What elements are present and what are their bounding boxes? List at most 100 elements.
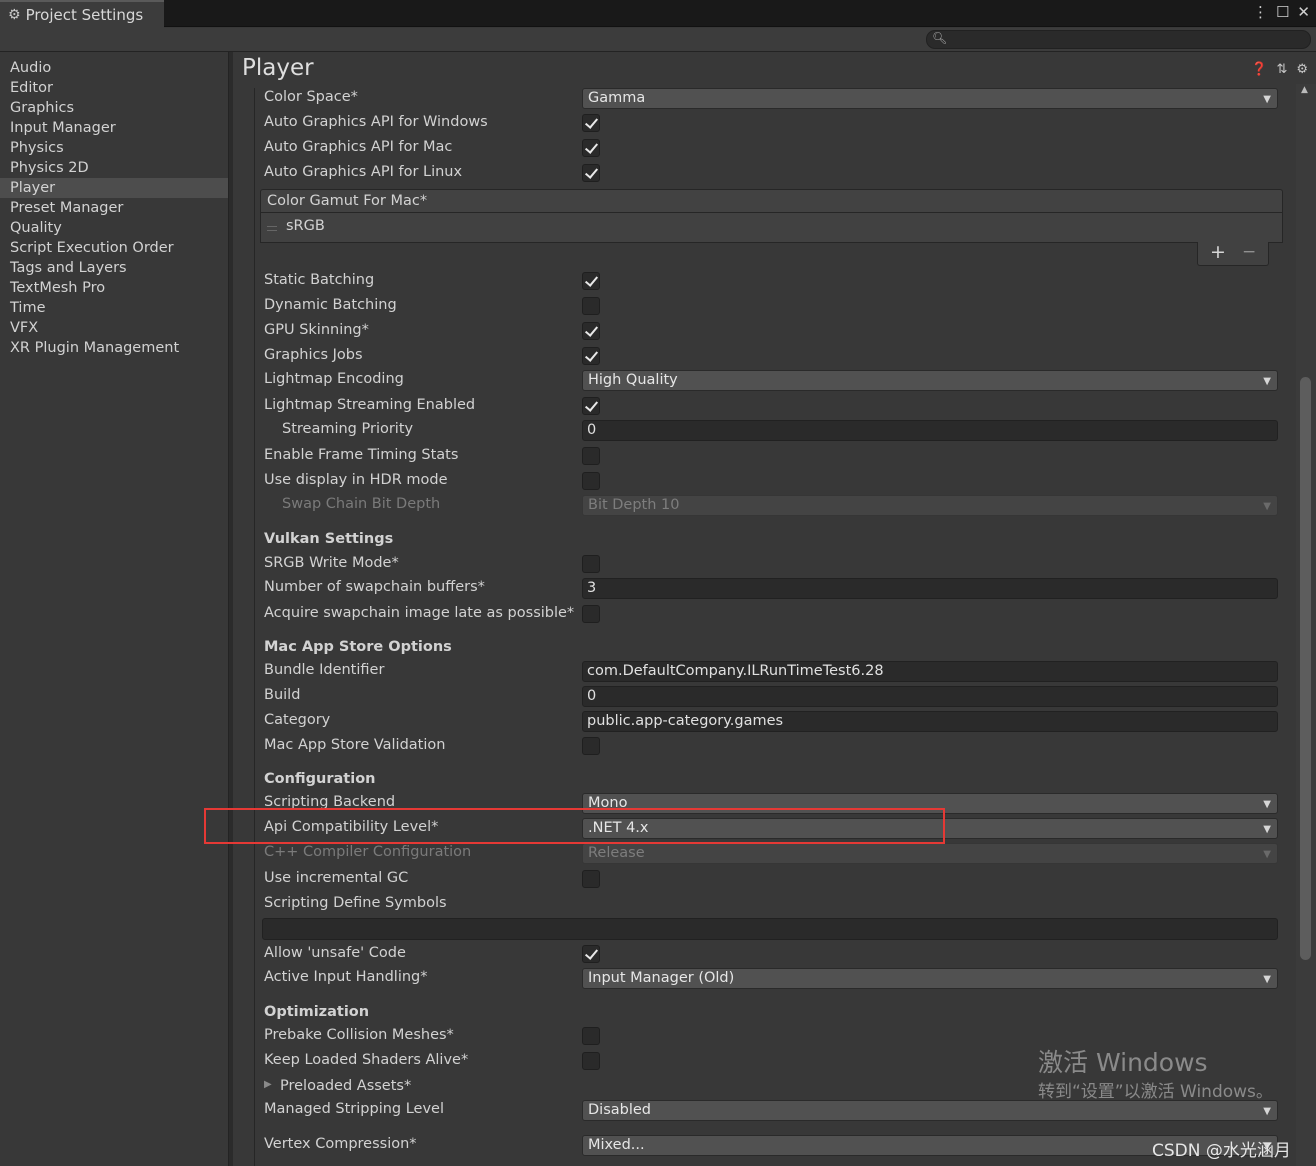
header-icons: ❓ ⇅ ⚙ (1251, 62, 1308, 77)
dynamic-batching-label: Dynamic Batching (264, 297, 397, 313)
close-icon[interactable]: ✕ (1297, 3, 1310, 21)
auto-api-mac-checkbox[interactable] (582, 139, 600, 157)
sidebar-item-physics[interactable]: Physics (0, 138, 228, 158)
search-field[interactable]: 🔍︎ (926, 30, 1311, 49)
bundle-id-field[interactable]: com.DefaultCompany.ILRunTimeTest6.28 (582, 661, 1278, 682)
drag-handle-icon[interactable] (267, 226, 277, 231)
category-field[interactable]: public.app-category.games (582, 711, 1278, 732)
page-title: Player (242, 55, 314, 81)
help-icon[interactable]: ❓ (1251, 62, 1267, 77)
add-item-button[interactable]: + (1210, 241, 1226, 263)
frame-timing-label: Enable Frame Timing Stats (264, 447, 459, 463)
csdn-credit: CSDN @水光涵月 (1152, 1141, 1291, 1161)
acquire-late-checkbox[interactable] (582, 605, 600, 623)
more-options-icon[interactable]: ⋮ (1253, 3, 1268, 21)
sidebar-item-vfx[interactable]: VFX (0, 318, 228, 338)
sidebar-item-player[interactable]: Player (0, 178, 228, 198)
foldout-arrow-icon[interactable]: ▶ (264, 1079, 272, 1090)
sidebar-item-textmesh-pro[interactable]: TextMesh Pro (0, 278, 228, 298)
activate-windows-subtitle: 转到“设置”以激活 Windows。 (1038, 1082, 1273, 1102)
mac-validation-checkbox[interactable] (582, 737, 600, 755)
sidebar-item-tags-and-layers[interactable]: Tags and Layers (0, 258, 228, 278)
input-handling-row: Active Input Handling* Input Manager (Ol… (264, 968, 1278, 990)
scroll-up-icon[interactable]: ▲ (1301, 85, 1308, 95)
auto-api-mac-row: Auto Graphics API for Mac (264, 138, 1278, 160)
lightmap-encoding-dropdown[interactable]: High Quality ▼ (582, 370, 1278, 391)
graphics-jobs-checkbox[interactable] (582, 347, 600, 365)
srgb-write-checkbox[interactable] (582, 555, 600, 573)
static-batching-label: Static Batching (264, 272, 375, 288)
scroll-thumb[interactable] (1300, 377, 1311, 960)
prebake-label: Prebake Collision Meshes* (264, 1027, 454, 1043)
swap-chain-depth-row: Swap Chain Bit Depth Bit Depth 10 ▼ (264, 495, 1278, 517)
vertical-scrollbar[interactable]: ▲ (1296, 84, 1316, 1166)
frame-timing-checkbox[interactable] (582, 447, 600, 465)
color-space-dropdown[interactable]: Gamma ▼ (582, 88, 1278, 109)
build-label: Build (264, 687, 301, 703)
remove-item-button[interactable]: − (1242, 242, 1256, 262)
auto-api-linux-checkbox[interactable] (582, 164, 600, 182)
incremental-gc-checkbox[interactable] (582, 870, 600, 888)
streaming-priority-field[interactable]: 0 (582, 420, 1278, 441)
color-gamut-list-footer: + − (1197, 241, 1269, 266)
input-handling-dropdown[interactable]: Input Manager (Old) ▼ (582, 968, 1278, 989)
mac-validation-label: Mac App Store Validation (264, 737, 446, 753)
search-input[interactable] (947, 32, 1302, 47)
sidebar-item-physics-2d[interactable]: Physics 2D (0, 158, 228, 178)
hdr-display-checkbox[interactable] (582, 472, 600, 490)
gpu-skinning-label: GPU Skinning* (264, 322, 369, 338)
api-level-dropdown[interactable]: .NET 4.x ▼ (582, 818, 1278, 839)
tab-project-settings[interactable]: ⚙ Project Settings (0, 0, 164, 28)
sidebar-item-preset-manager[interactable]: Preset Manager (0, 198, 228, 218)
scripting-backend-label: Scripting Backend (264, 794, 396, 810)
sidebar-item-editor[interactable]: Editor (0, 78, 228, 98)
color-gamut-list-header[interactable]: Color Gamut For Mac* (260, 189, 1283, 213)
sidebar-item-input-manager[interactable]: Input Manager (0, 118, 228, 138)
unsafe-code-checkbox[interactable] (582, 945, 600, 963)
vertex-compression-label: Vertex Compression* (264, 1136, 417, 1152)
swapchain-buffers-label: Number of swapchain buffers* (264, 579, 485, 595)
dynamic-batching-checkbox[interactable] (582, 297, 600, 315)
dropdown-arrow-icon: ▼ (1263, 974, 1271, 985)
auto-api-windows-checkbox[interactable] (582, 114, 600, 132)
vertex-compression-row: Vertex Compression* Mixed... ▼ (264, 1135, 1278, 1157)
scripting-backend-dropdown[interactable]: Mono ▼ (582, 793, 1278, 814)
api-level-row: Api Compatibility Level* .NET 4.x ▼ (264, 818, 1278, 840)
sidebar-item-script-execution-order[interactable]: Script Execution Order (0, 238, 228, 258)
gpu-skinning-checkbox[interactable] (582, 322, 600, 340)
sidebar-item-graphics[interactable]: Graphics (0, 98, 228, 118)
sidebar-item-quality[interactable]: Quality (0, 218, 228, 238)
srgb-write-row: SRGB Write Mode* (264, 554, 1278, 576)
sidebar-item-audio[interactable]: Audio (0, 58, 228, 78)
dropdown-arrow-icon: ▼ (1263, 799, 1271, 810)
preloaded-assets-label[interactable]: Preloaded Assets* (280, 1078, 411, 1094)
swapchain-buffers-field[interactable]: 3 (582, 578, 1278, 599)
dropdown-arrow-icon: ▼ (1263, 1106, 1271, 1117)
static-batching-checkbox[interactable] (582, 272, 600, 290)
auto-api-mac-label: Auto Graphics API for Mac (264, 139, 453, 155)
sidebar-item-xr-plugin-management[interactable]: XR Plugin Management (0, 338, 228, 358)
cpp-config-value: Release (588, 845, 645, 861)
build-field[interactable]: 0 (582, 686, 1278, 707)
auto-api-linux-row: Auto Graphics API for Linux (264, 163, 1278, 185)
keep-shaders-checkbox[interactable] (582, 1052, 600, 1070)
preset-icon[interactable]: ⇅ (1276, 62, 1287, 77)
prebake-checkbox[interactable] (582, 1027, 600, 1045)
maximize-icon[interactable]: ☐ (1276, 3, 1289, 21)
define-symbols-label: Scripting Define Symbols (264, 895, 447, 911)
acquire-late-label: Acquire swapchain image late as possible… (264, 605, 575, 621)
define-symbols-field[interactable] (262, 918, 1278, 940)
vertex-compression-value: Mixed... (588, 1137, 645, 1153)
sidebar-item-time[interactable]: Time (0, 298, 228, 318)
graphics-jobs-label: Graphics Jobs (264, 347, 363, 363)
input-handling-value: Input Manager (Old) (588, 970, 735, 986)
incremental-gc-label: Use incremental GC (264, 870, 409, 886)
lightmap-streaming-checkbox[interactable] (582, 397, 600, 415)
list-item[interactable]: sRGB (286, 218, 325, 234)
settings-icon[interactable]: ⚙ (1296, 62, 1308, 77)
stripping-level-dropdown[interactable]: Disabled ▼ (582, 1100, 1278, 1121)
player-settings-panel: Player ❓ ⇅ ⚙ Color Space* Gamma ▼ Auto Gr… (233, 52, 1316, 1166)
color-gamut-list: sRGB (260, 213, 1283, 243)
lightmap-encoding-label: Lightmap Encoding (264, 371, 404, 387)
keep-shaders-label: Keep Loaded Shaders Alive* (264, 1052, 469, 1068)
